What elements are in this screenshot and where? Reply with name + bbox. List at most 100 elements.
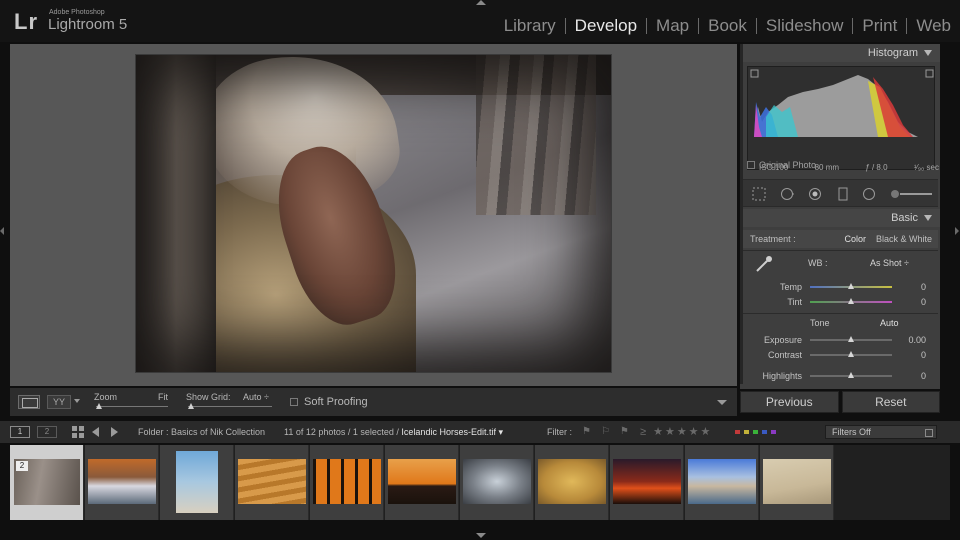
develop-right-panel: Histogram ISO 100 80 mm ƒ / 8.0 ¹⁄₉₀ sec… <box>740 44 940 389</box>
grid-slider-thumb[interactable] <box>188 403 194 409</box>
filmstrip-thumbnail[interactable] <box>760 445 834 520</box>
contrast-value[interactable]: 0 <box>921 350 926 360</box>
right-panel-scrollbar[interactable] <box>740 44 743 384</box>
module-develop[interactable]: Develop <box>566 16 646 36</box>
reset-button[interactable]: Reset <box>841 391 940 413</box>
treatment-color-option[interactable]: Color <box>844 234 876 244</box>
filter-preset-select[interactable]: Filters Off <box>825 425 937 439</box>
zoom-slider-thumb[interactable] <box>96 403 102 409</box>
exposure-slider[interactable] <box>810 336 892 342</box>
bottom-panel-toggle-icon[interactable] <box>476 533 486 538</box>
zoom-slider[interactable] <box>96 406 168 407</box>
module-library[interactable]: Library <box>495 16 565 36</box>
module-book[interactable]: Book <box>699 16 756 36</box>
tone-auto-button[interactable]: Auto <box>880 318 899 328</box>
histogram-header[interactable]: Histogram <box>740 44 940 62</box>
grid-slider[interactable] <box>188 406 272 407</box>
treatment-label: Treatment : <box>750 234 796 244</box>
main-window-button[interactable]: 1 <box>10 426 30 438</box>
color-filter-green[interactable] <box>753 430 758 434</box>
color-filter-purple[interactable] <box>771 430 776 434</box>
shadow-clipping-icon[interactable] <box>750 69 759 78</box>
white-balance-eyedropper-icon[interactable] <box>754 254 774 274</box>
temp-label: Temp <box>779 282 802 292</box>
temp-slider-thumb[interactable] <box>848 283 854 289</box>
show-grid-label: Show Grid: <box>186 392 231 402</box>
filmstrip-thumbnail[interactable] <box>610 445 684 520</box>
toolbar-content-menu-icon[interactable] <box>717 400 727 405</box>
filmstrip-thumbnail[interactable] <box>535 445 609 520</box>
rating-filter[interactable]: ≥ ★★★★★ <box>640 425 712 438</box>
highlights-slider[interactable] <box>810 372 892 378</box>
filmstrip-thumbnail[interactable] <box>460 445 534 520</box>
back-arrow-icon[interactable] <box>92 427 99 437</box>
filmstrip-thumbnail[interactable] <box>385 445 459 520</box>
adjustment-brush-icon[interactable] <box>890 187 934 201</box>
color-label-filter <box>735 430 776 434</box>
module-print[interactable]: Print <box>853 16 906 36</box>
tint-value[interactable]: 0 <box>921 297 926 307</box>
flag-filter-icons[interactable]: ⚑⚐⚑ <box>582 426 639 437</box>
tint-slider-thumb[interactable] <box>848 298 854 304</box>
highlights-value[interactable]: 0 <box>921 371 926 381</box>
before-after-dropdown-icon[interactable] <box>74 399 80 403</box>
filmstrip-thumbnail[interactable] <box>85 445 159 520</box>
soft-proofing-toggle[interactable]: Soft Proofing <box>290 396 368 408</box>
contrast-slider-thumb[interactable] <box>848 351 854 357</box>
thumbnail-image <box>763 459 831 504</box>
exposure-value[interactable]: 0.00 <box>908 335 926 345</box>
show-grid-select[interactable]: Auto ÷ <box>243 392 269 402</box>
color-filter-yellow[interactable] <box>744 430 749 434</box>
previous-button[interactable]: Previous <box>740 391 839 413</box>
filmstrip-thumbnail[interactable]: 2 <box>10 445 84 520</box>
graduated-filter-icon[interactable] <box>836 187 850 201</box>
basic-title: Basic <box>891 212 918 224</box>
module-web[interactable]: Web <box>907 16 960 36</box>
exif-aperture: ƒ / 8.0 <box>865 163 888 172</box>
right-panel-toggle-icon[interactable] <box>955 227 959 235</box>
module-picker: Library Develop Map Book Slideshow Print… <box>495 15 960 37</box>
radial-filter-icon[interactable] <box>862 187 876 201</box>
highlight-clipping-icon[interactable] <box>925 69 934 78</box>
tint-label: Tint <box>787 297 802 307</box>
secondary-window-button[interactable]: 2 <box>37 426 57 438</box>
filmstrip-thumbnail[interactable] <box>685 445 759 520</box>
basic-panel-header[interactable]: Basic <box>740 209 940 227</box>
forward-arrow-icon[interactable] <box>111 427 118 437</box>
temp-slider[interactable] <box>810 283 892 289</box>
color-filter-red[interactable] <box>735 430 740 434</box>
loupe-view <box>10 44 737 386</box>
exposure-slider-thumb[interactable] <box>848 336 854 342</box>
before-after-button[interactable]: YY <box>47 395 71 409</box>
highlights-slider-thumb[interactable] <box>848 372 854 378</box>
histogram-graph[interactable]: ISO 100 80 mm ƒ / 8.0 ¹⁄₉₀ sec <box>747 66 939 172</box>
filmstrip-thumbnail[interactable] <box>310 445 384 520</box>
tint-slider[interactable] <box>810 298 892 304</box>
crop-overlay-icon[interactable] <box>752 187 766 201</box>
color-filter-blue[interactable] <box>762 430 767 434</box>
filmstrip-navigation-bar: 1 2 Folder : Basics of Nik Collection 11… <box>0 421 960 443</box>
module-slideshow[interactable]: Slideshow <box>757 16 853 36</box>
main-photo[interactable] <box>136 55 611 372</box>
spot-removal-icon[interactable] <box>780 187 794 201</box>
grid-view-icon[interactable] <box>72 426 84 438</box>
original-photo-toggle[interactable]: Original Photo <box>747 160 816 170</box>
contrast-slider[interactable] <box>810 351 892 357</box>
left-panel-toggle-icon[interactable] <box>0 227 4 235</box>
soft-proofing-checkbox[interactable] <box>290 398 298 406</box>
source-folder-label[interactable]: Folder : Basics of Nik Collection <box>138 427 265 437</box>
filmstrip-thumbnail[interactable] <box>235 445 309 520</box>
collapse-triangle-icon <box>924 50 932 57</box>
red-eye-icon[interactable] <box>808 187 822 201</box>
original-photo-checkbox[interactable] <box>747 161 755 169</box>
loupe-view-button[interactable] <box>18 395 40 409</box>
wb-preset-select[interactable]: As Shot ÷ <box>870 258 909 268</box>
treatment-bw-option[interactable]: Black & White <box>876 234 938 244</box>
thumbnail-image <box>88 459 156 504</box>
contrast-label: Contrast <box>767 350 802 360</box>
module-map[interactable]: Map <box>647 16 698 36</box>
filmstrip-thumbnail[interactable] <box>160 445 234 520</box>
top-panel-toggle-icon[interactable] <box>476 0 486 5</box>
temp-value[interactable]: 0 <box>921 282 926 292</box>
current-file-name[interactable]: Icelandic Horses-Edit.tif ▾ <box>401 427 503 437</box>
